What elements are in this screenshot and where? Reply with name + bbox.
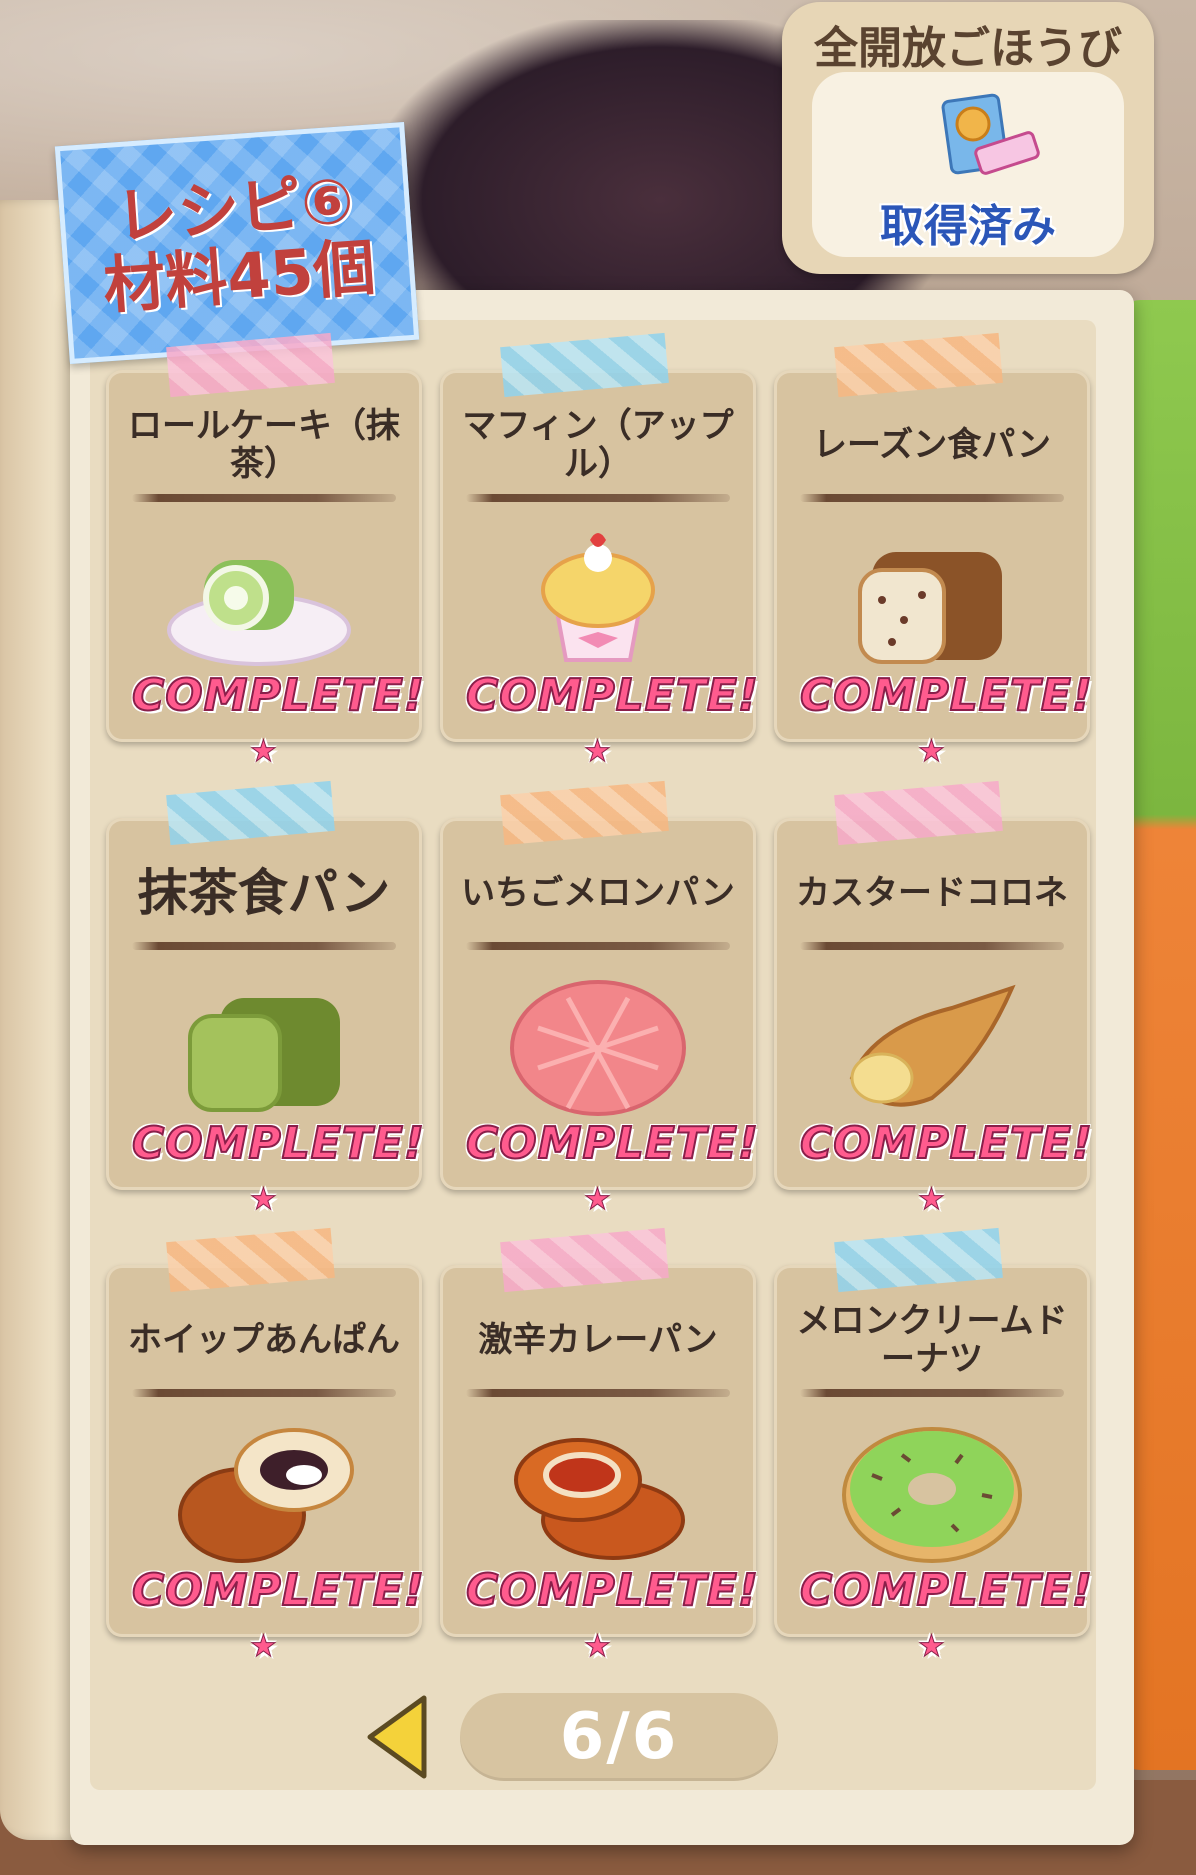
whipped-anpan-icon xyxy=(178,1428,354,1563)
recipe-card[interactable]: レーズン食パン COMPLETE! xyxy=(774,332,1093,742)
melon-cream-donut-icon xyxy=(842,1427,1022,1563)
spicy-curry-bread-icon xyxy=(514,1438,685,1560)
complete-badge: COMPLETE! xyxy=(799,1117,1093,1172)
recipe-name: マフィン（アップル） xyxy=(462,406,734,484)
gacha-ticket-icon xyxy=(941,93,1040,175)
recipe-name: いちごメロンパン xyxy=(461,873,735,913)
recipe-name: 抹茶食パン xyxy=(137,864,391,922)
complete-badge: COMPLETE! xyxy=(131,1117,425,1172)
recipe-ingredient-count: 材料45個 xyxy=(100,230,378,323)
name-underline xyxy=(800,494,1064,502)
recipe-card[interactable]: メロンクリームドーナツ COMPLETE! xyxy=(774,1227,1093,1637)
page-indicator: 6/6 xyxy=(460,1693,778,1781)
reward-item-frame: 取得済み xyxy=(812,72,1124,257)
complete-badge: COMPLETE! xyxy=(131,1564,425,1619)
custard-cornet-icon xyxy=(849,984,1016,1107)
recipe-tag: レシピ⑥ 材料45個 xyxy=(54,122,420,364)
name-underline xyxy=(466,1389,730,1397)
recipe-card[interactable]: 抹茶食パン COMPLETE! xyxy=(106,780,425,1190)
name-underline xyxy=(466,494,730,502)
name-underline xyxy=(800,942,1064,950)
reward-title: 全開放ごほうび xyxy=(814,23,1122,74)
recipe-name: メロンクリームドーナツ xyxy=(796,1301,1068,1379)
complete-badge: COMPLETE! xyxy=(799,1564,1093,1619)
complete-badge: COMPLETE! xyxy=(131,669,425,724)
complete-badge: COMPLETE! xyxy=(799,669,1093,724)
recipe-name: ロールケーキ（抹茶） xyxy=(128,406,400,484)
recipe-card[interactable]: ホイップあんぱん COMPLETE! xyxy=(106,1227,425,1637)
name-underline xyxy=(132,942,396,950)
previous-page-arrow-icon[interactable] xyxy=(362,1692,432,1782)
matcha-bread-icon xyxy=(188,998,340,1112)
matcha-roll-cake-icon xyxy=(167,560,351,666)
recipe-name: レーズン食パン xyxy=(813,425,1051,465)
recipe-card[interactable]: いちごメロンパン COMPLETE! xyxy=(440,780,759,1190)
raisin-bread-icon xyxy=(858,552,1002,664)
strawberry-melon-pan-icon xyxy=(510,980,686,1116)
recipe-name: 激辛カレーパン xyxy=(478,1320,718,1360)
complete-badge: COMPLETE! xyxy=(465,1564,759,1619)
recipe-name: ホイップあんぱん xyxy=(128,1320,400,1360)
complete-badge: COMPLETE! xyxy=(465,669,759,724)
recipe-name: カスタードコロネ xyxy=(796,873,1068,913)
name-underline xyxy=(800,1389,1064,1397)
name-underline xyxy=(466,942,730,950)
full-unlock-reward[interactable]: 全開放ごほうび 取得済み xyxy=(782,2,1154,274)
apple-muffin-icon xyxy=(541,533,655,662)
name-underline xyxy=(132,1389,396,1397)
recipe-card[interactable]: カスタードコロネ COMPLETE! xyxy=(774,780,1093,1190)
complete-badge: COMPLETE! xyxy=(465,1117,759,1172)
recipe-card[interactable]: ロールケーキ（抹茶） COMPLETE! xyxy=(106,332,425,742)
recipe-card[interactable]: 激辛カレーパン COMPLETE! xyxy=(440,1227,759,1637)
recipe-card[interactable]: マフィン（アップル） COMPLETE! xyxy=(440,332,759,742)
name-underline xyxy=(132,494,396,502)
reward-obtained-status: 取得済み xyxy=(880,201,1056,252)
